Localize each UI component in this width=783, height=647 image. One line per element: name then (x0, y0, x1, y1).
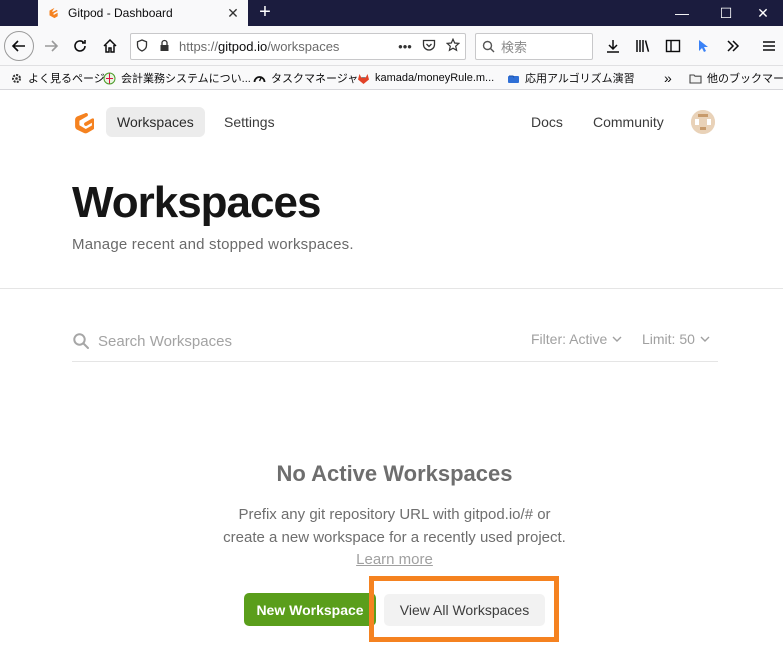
lock-icon[interactable] (153, 39, 175, 55)
url-path: /workspaces (267, 39, 340, 54)
chevron-down-icon (612, 336, 622, 342)
nav-link-community[interactable]: Community (582, 107, 675, 137)
folder-cloud-icon (508, 75, 519, 83)
header-divider (0, 288, 783, 289)
other-bookmarks-item[interactable]: 他のブックマーク (689, 70, 783, 86)
nav-tab-workspaces[interactable]: Workspaces (106, 107, 205, 137)
bookmark-item[interactable]: タスクマネージャー (253, 70, 369, 86)
bookmark-label: 応用アルゴリズム演習 (525, 73, 635, 85)
url-bar[interactable]: https://gitpod.io/workspaces ••• (130, 33, 466, 60)
browser-tab-title: Gitpod - Dashboard (68, 6, 173, 20)
home-icon (103, 38, 117, 53)
limit-label: Limit: 50 (642, 331, 695, 347)
bookmark-label: kamada/moneyRule.m... (375, 72, 495, 84)
gitpod-favicon-icon (49, 7, 58, 19)
gitpod-logo-icon[interactable] (72, 111, 94, 135)
close-window-button[interactable]: ✕ (740, 0, 783, 26)
magnifier-icon (482, 40, 495, 53)
extension-button[interactable] (690, 33, 716, 59)
bookmarks-overflow-button[interactable]: » (664, 70, 672, 86)
hamburger-menu-button[interactable] (756, 33, 782, 59)
bookmarks-toolbar: よく見るページ 会計業務システムについ... タスクマネージャー kamada/… (0, 66, 783, 90)
chevron-down-icon (700, 336, 710, 342)
back-button[interactable] (4, 31, 34, 61)
filter-label: Filter: Active (531, 331, 608, 347)
nav-link-docs[interactable]: Docs (520, 107, 574, 137)
gauge-icon (253, 75, 266, 82)
home-button[interactable] (97, 33, 123, 59)
folder-icon (689, 73, 702, 84)
bookmark-item[interactable]: 会計業務システムについ... (103, 70, 251, 86)
arrow-left-icon (11, 40, 25, 52)
empty-state-text: Prefix any git repository URL with gitpo… (223, 506, 566, 546)
browser-tab-active[interactable]: Gitpod - Dashboard ✕ (38, 0, 248, 26)
browser-tab-strip: Gitpod - Dashboard ✕ + — ☐ ✕ (0, 0, 783, 26)
url-host: gitpod.io (218, 39, 268, 54)
sidebar-icon (665, 39, 681, 53)
overflow-menu-button[interactable] (720, 33, 746, 59)
arrow-right-icon (45, 40, 59, 52)
user-avatar-icon (691, 110, 715, 134)
download-icon (607, 40, 619, 53)
new-tab-button[interactable]: + (254, 0, 276, 26)
filter-dropdown[interactable]: Filter: Active (531, 331, 622, 347)
page-actions-icon[interactable]: ••• (393, 39, 417, 54)
library-button[interactable] (630, 33, 656, 59)
limit-dropdown[interactable]: Limit: 50 (642, 331, 710, 347)
other-bookmarks-label: 他のブックマーク (707, 73, 783, 85)
pocket-icon[interactable] (417, 39, 441, 55)
bookmark-item[interactable]: kamada/moneyRule.m... (357, 70, 494, 86)
bookmark-item[interactable]: 応用アルゴリズム演習 (507, 70, 635, 86)
downloads-button[interactable] (600, 33, 626, 59)
menu-icon (763, 41, 775, 51)
view-all-workspaces-button[interactable]: View All Workspaces (384, 594, 545, 626)
globe-icon (103, 72, 116, 84)
reload-button[interactable] (67, 33, 93, 59)
forward-button[interactable] (38, 33, 64, 59)
shield-icon[interactable] (131, 38, 153, 55)
double-chevron-icon (727, 40, 740, 52)
page-subtitle: Manage recent and stopped workspaces. (72, 236, 354, 253)
cursor-icon (699, 40, 708, 52)
browser-search-placeholder: 検索 (501, 40, 528, 55)
workspace-toolbar: Filter: Active Limit: 50 (72, 325, 718, 362)
browser-search-bar[interactable]: 検索 (475, 33, 593, 60)
bookmark-item[interactable]: よく見るページ (10, 70, 105, 86)
browser-navigation-bar: https://gitpod.io/workspaces ••• 検索 (0, 26, 783, 66)
bookmark-label: 会計業務システムについ... (121, 73, 251, 85)
bookmark-star-icon[interactable] (441, 37, 465, 55)
gitlab-icon (358, 73, 369, 84)
search-icon (73, 333, 89, 349)
empty-state-description: Prefix any git repository URL with gitpo… (218, 504, 571, 572)
page-title: Workspaces (72, 178, 321, 227)
url-scheme: https:// (179, 39, 219, 54)
empty-state-title: No Active Workspaces (276, 461, 513, 486)
search-workspaces-input[interactable] (98, 329, 458, 353)
url-text: https://gitpod.io/workspaces (175, 39, 393, 54)
close-tab-icon[interactable]: ✕ (226, 5, 240, 22)
bookmark-label: よく見るページ (28, 73, 105, 85)
nav-tab-settings[interactable]: Settings (213, 107, 286, 137)
library-icon (636, 40, 650, 52)
reload-icon (74, 40, 86, 52)
gear-icon (12, 73, 21, 83)
bookmark-label: タスクマネージャー (271, 73, 370, 85)
minimize-window-button[interactable]: — (659, 0, 705, 26)
learn-more-link[interactable]: Learn more (356, 551, 433, 568)
sidebar-toggle-button[interactable] (660, 33, 686, 59)
user-avatar[interactable] (691, 110, 715, 134)
new-workspace-button[interactable]: New Workspace (244, 593, 376, 626)
